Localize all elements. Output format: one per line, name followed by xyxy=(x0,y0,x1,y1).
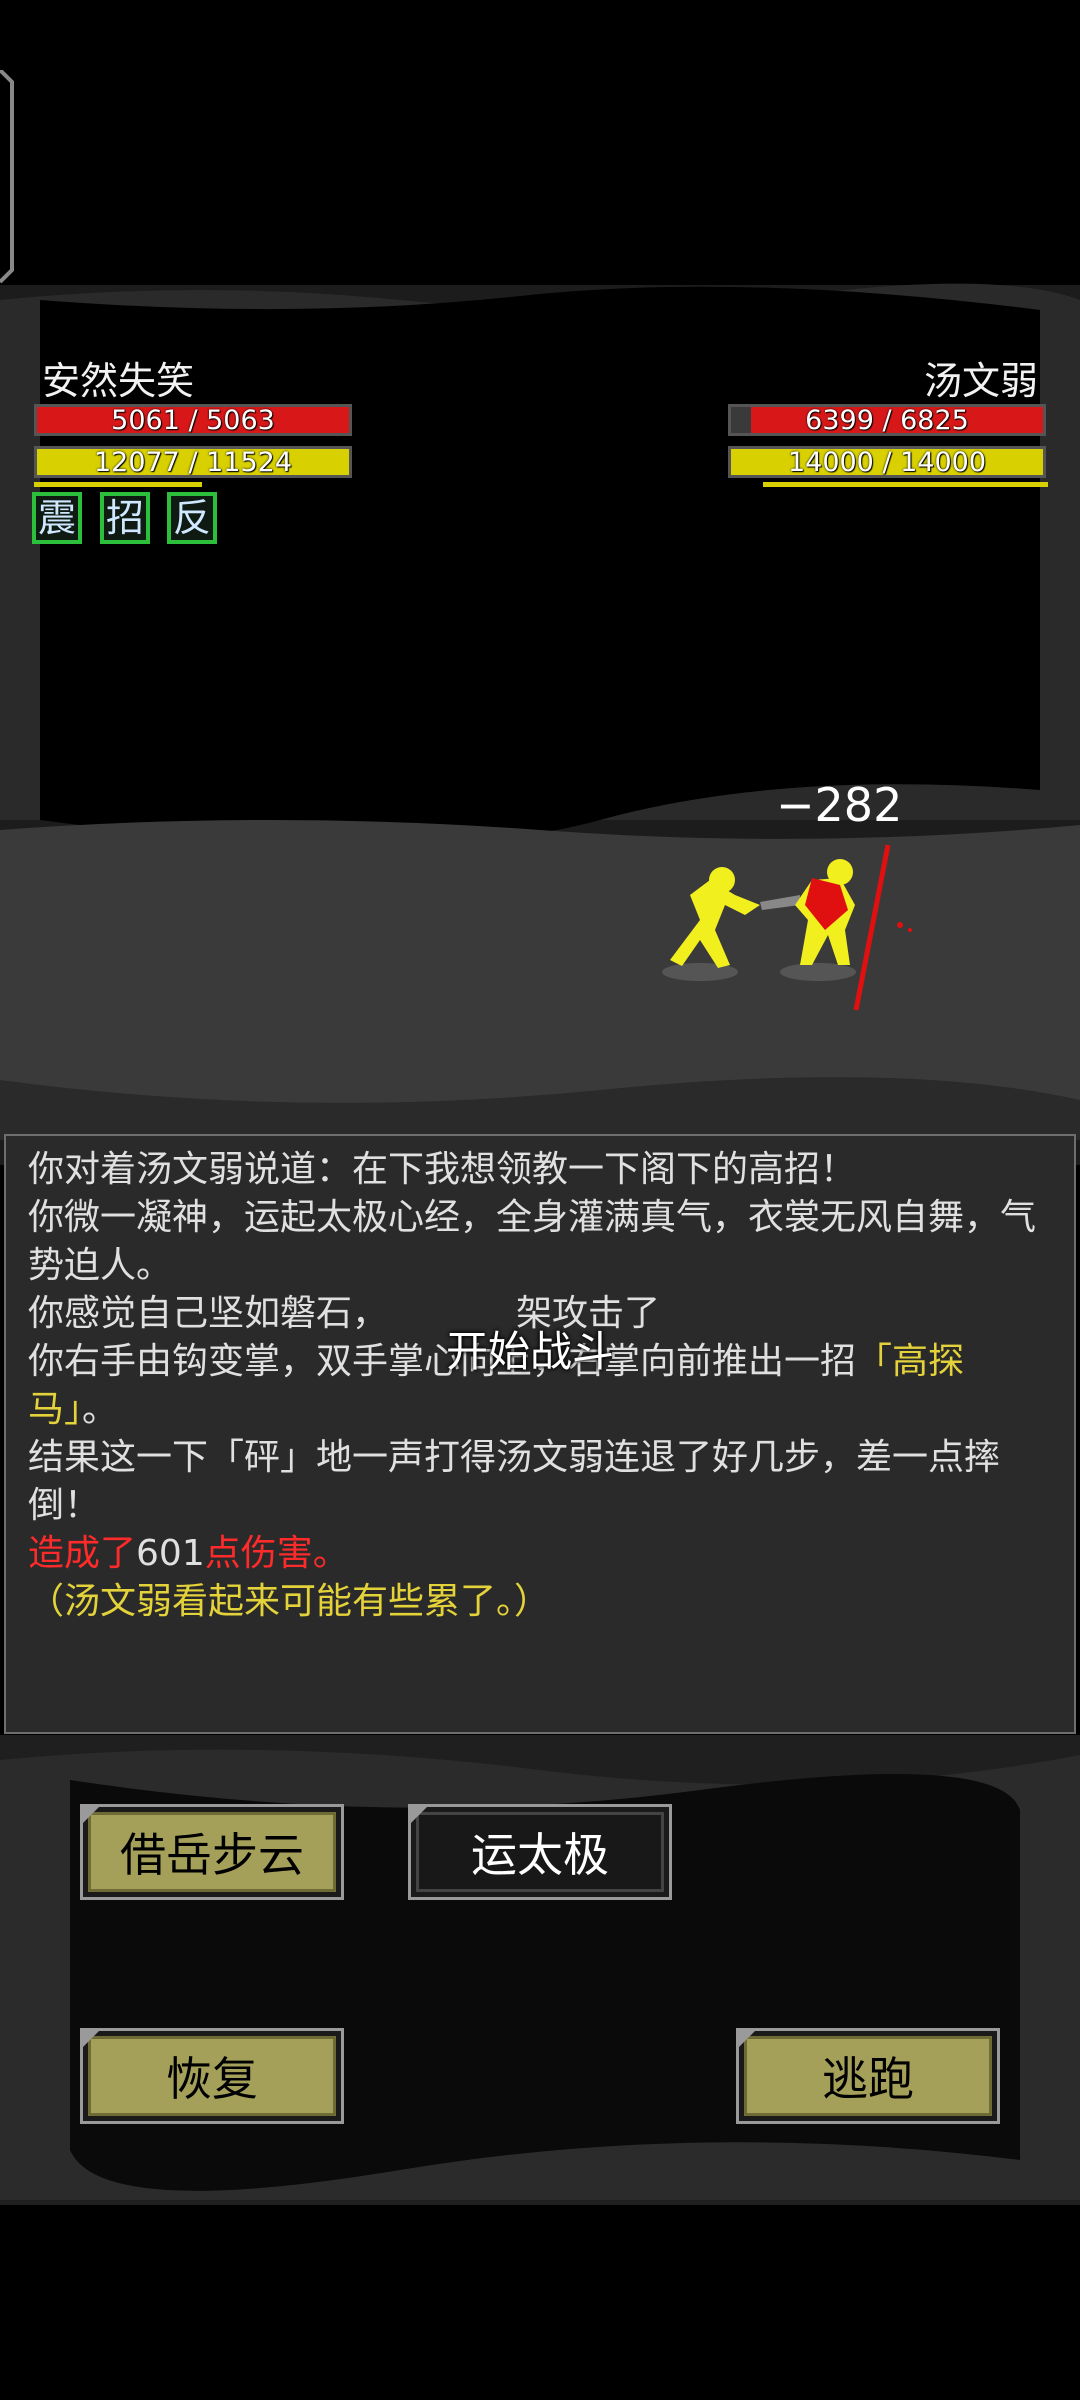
enemy-name: 汤文弱 xyxy=(923,359,1038,403)
flee-button-label: 逃跑 xyxy=(744,2036,992,2116)
enemy-mp-bar: 14000 / 14000 xyxy=(728,446,1046,478)
player-mp-text: 12077 / 11524 xyxy=(93,447,293,478)
button-notch xyxy=(739,2031,755,2047)
recover-button-label: 恢复 xyxy=(88,2036,336,2116)
status-badge-move: 招 xyxy=(100,492,150,544)
log-line: 你微一凝神，运起太极心经，全身灌满真气，衣裳无风自舞，气势迫人。 xyxy=(28,1197,1037,1286)
button-notch xyxy=(83,2031,99,2047)
skill-button-taiji-label: 运太极 xyxy=(416,1812,664,1892)
log-line: 结果这一下「砰」地一声打得汤文弱连退了好几步，差一点摔倒！ xyxy=(28,1437,1001,1526)
player-name: 安然失笑 xyxy=(42,359,195,403)
recover-button[interactable]: 恢复 xyxy=(80,2028,344,2124)
enemy-hp-bar: 6399 / 6825 xyxy=(728,404,1046,436)
button-notch xyxy=(83,1807,99,1823)
damage-popup: −282 xyxy=(776,778,903,832)
log-line-status: （汤文弱看起来可能有些累了。） xyxy=(28,1581,551,1622)
status-badge-counter: 反 xyxy=(167,492,217,544)
status-badge-shock: 震 xyxy=(32,492,82,544)
player-hp-bar: 5061 / 5063 xyxy=(34,404,352,436)
skill-button-taiji[interactable]: 运太极 xyxy=(408,1804,672,1900)
button-notch xyxy=(411,1807,427,1823)
menu-frame-corner xyxy=(0,70,14,284)
battle-start-banner: 开始战斗 xyxy=(446,1327,615,1376)
skill-button-jieyue-label: 借岳步云 xyxy=(88,1812,336,1892)
log-line: 你对着汤文弱说道：在下我想领教一下阁下的高招！ xyxy=(28,1149,857,1190)
flee-button[interactable]: 逃跑 xyxy=(736,2028,1000,2124)
player-mp-bar: 12077 / 11524 xyxy=(34,446,352,478)
enemy-hp-text: 6399 / 6825 xyxy=(805,405,969,436)
combat-log: 你对着汤文弱说道：在下我想领教一下阁下的高招！ 你微一凝神，运起太极心经，全身灌… xyxy=(4,1134,1076,1734)
player-hp-text: 5061 / 5063 xyxy=(111,405,275,436)
skill-button-jieyue[interactable]: 借岳步云 xyxy=(80,1804,344,1900)
enemy-energy-line xyxy=(763,482,1048,487)
enemy-mp-text: 14000 / 14000 xyxy=(787,447,987,478)
player-energy-line xyxy=(34,482,202,487)
log-line-damage: 造成了601点伤害。 xyxy=(28,1533,349,1574)
